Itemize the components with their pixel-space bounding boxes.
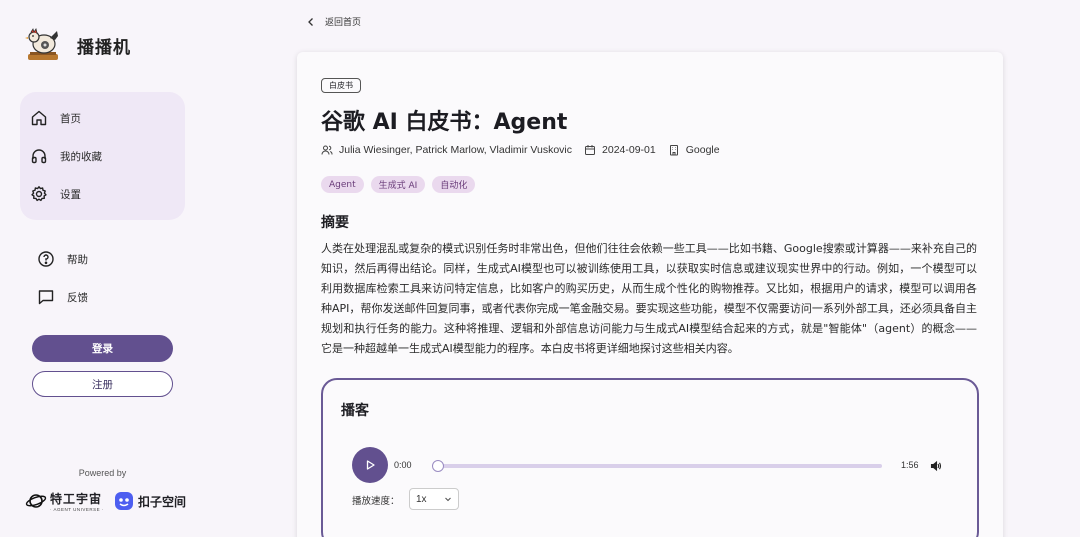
message-icon: [38, 290, 54, 305]
chevron-left-icon: [308, 17, 313, 26]
gear-icon: [31, 186, 47, 202]
help-circle-icon: [38, 251, 54, 267]
progress-slider[interactable]: [432, 460, 882, 472]
abstract-heading: 摘要: [321, 215, 349, 231]
current-time: 0:00: [394, 460, 412, 470]
abstract-text: 人类在处理混乱或复杂的模式识别任务时非常出色，但他们往往会依赖一些工具——比如书…: [321, 242, 977, 355]
sidebar-item-label: 反馈: [67, 291, 88, 304]
podcast-heading: 播客: [341, 403, 369, 419]
register-button[interactable]: 注册: [32, 371, 173, 397]
sidebar-item-label: 我的收藏: [60, 150, 102, 163]
total-time: 1:56: [901, 460, 919, 470]
publisher: Google: [685, 144, 720, 156]
play-icon: [366, 460, 375, 470]
sidebar-item-favorites[interactable]: 我的收藏: [30, 144, 102, 168]
sidebar-item-label: 帮助: [67, 253, 88, 266]
sidebar-item-home[interactable]: 首页: [30, 106, 81, 130]
brand[interactable]: 播播机: [24, 26, 131, 64]
tag-generative-ai[interactable]: 生成式 AI: [370, 176, 426, 193]
back-label: 返回首页: [325, 18, 362, 28]
publish-date: 2024-09-01: [602, 144, 656, 156]
kouzi-logo-icon: [114, 492, 133, 510]
kouzi-space-logo[interactable]: 扣子空间: [114, 491, 186, 511]
building-icon: [669, 145, 678, 156]
headphones-icon: [31, 149, 47, 164]
sidebar-item-label: 首页: [60, 112, 81, 125]
page-title: 谷歌 AI 白皮书：Agent: [321, 110, 568, 135]
speed-select[interactable]: 1x: [409, 488, 459, 510]
partner-a-name: 特工宇宙: [50, 492, 103, 506]
chevron-down-icon: [445, 497, 451, 502]
chicken-logo-icon: [25, 28, 58, 60]
sidebar-item-label: 设置: [60, 188, 81, 201]
sidebar-item-help[interactable]: 帮助: [37, 247, 88, 271]
agent-universe-logo[interactable]: 特工宇宙 · AGENT UNIVERSE ·: [25, 490, 104, 512]
calendar-icon: [585, 145, 596, 155]
planet-icon: [25, 494, 47, 508]
volume-icon[interactable]: [930, 460, 942, 472]
tag-agent[interactable]: Agent: [321, 176, 364, 193]
sidebar: 播播机 首页 我的收藏 设置 帮助 反馈 登录 注册 Powered by 特工…: [0, 0, 205, 537]
tag-list: Agent 生成式 AI 自动化: [321, 176, 482, 193]
article-meta: Julia Wiesinger, Patrick Marlow, Vladimi…: [321, 144, 732, 156]
back-link[interactable]: 返回首页: [306, 15, 361, 28]
category-chip: 白皮书: [321, 78, 361, 93]
powered-by-label: Powered by: [78, 468, 127, 478]
users-icon: [321, 145, 333, 155]
speed-value: 1x: [416, 493, 427, 505]
partner-b-name: 扣子空间: [137, 494, 186, 509]
progress-handle[interactable]: [432, 460, 444, 472]
authors: Julia Wiesinger, Patrick Marlow, Vladimi…: [339, 144, 573, 156]
partner-logos: 特工宇宙 · AGENT UNIVERSE · 扣子空间: [25, 490, 186, 512]
podcast-player: 播客 0:00 1:56 播放速度： 1x: [321, 378, 979, 537]
partner-a-sub: · AGENT UNIVERSE ·: [50, 507, 104, 512]
tag-automation[interactable]: 自动化: [432, 176, 476, 193]
brand-name: 播播机: [77, 37, 131, 58]
sidebar-item-feedback[interactable]: 反馈: [37, 285, 88, 309]
sidebar-item-settings[interactable]: 设置: [30, 182, 81, 206]
speed-label: 播放速度：: [352, 496, 400, 507]
article-card: 白皮书 谷歌 AI 白皮书：Agent Julia Wiesinger, Pat…: [297, 52, 1003, 537]
home-icon: [31, 110, 47, 126]
login-button[interactable]: 登录: [32, 335, 173, 362]
play-button[interactable]: [352, 447, 388, 483]
